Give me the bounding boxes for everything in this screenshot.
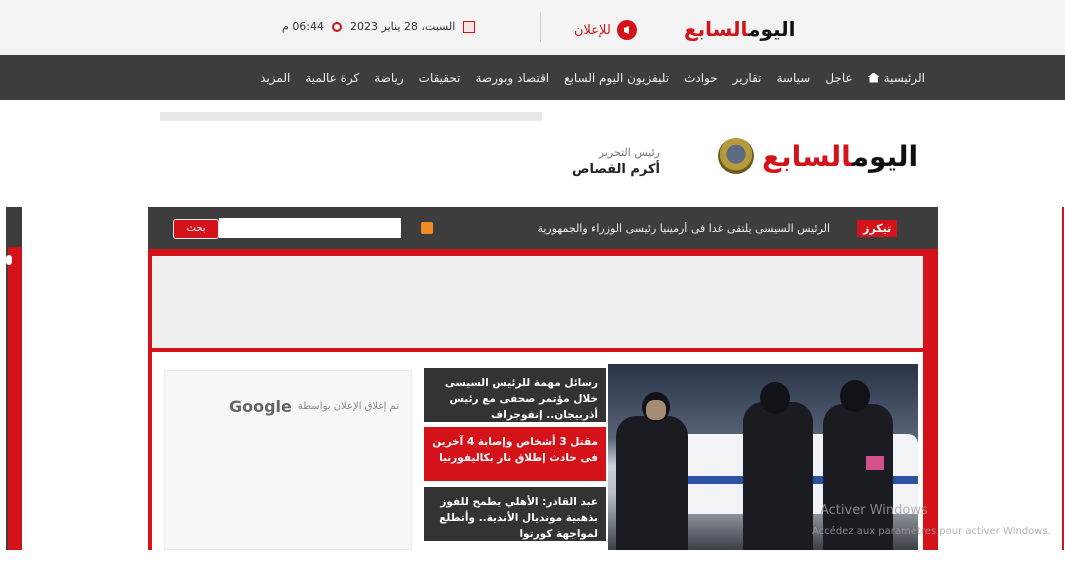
current-date: السبت، 28 يناير 2023	[350, 20, 456, 33]
clock-icon	[332, 21, 343, 32]
nav-item-world-football[interactable]: كرة عالمية	[305, 71, 359, 85]
logo-word-2: السابع	[684, 17, 749, 41]
main-navigation: الرئيسية عاجل سياسة تقارير حوادث تليفزيو…	[0, 55, 1065, 100]
emblem-icon	[718, 138, 754, 174]
home-icon	[867, 72, 880, 83]
logo-word-2: السابع	[762, 139, 853, 173]
officer-helmet	[760, 382, 790, 414]
right-side-border	[1062, 207, 1064, 550]
news-item[interactable]: مقتل 3 أشخاص وإصابة 4 آخرين فى حادث إطلا…	[424, 427, 606, 481]
google-label: Google	[228, 397, 292, 416]
rss-icon[interactable]	[421, 222, 433, 234]
news-title: مقتل 3 أشخاص وإصابة 4 آخرين فى حادث إطلا…	[432, 436, 598, 464]
editor-in-chief: رئيس التحرير أكرم القصاص	[560, 146, 660, 177]
search-button[interactable]: بحث	[173, 219, 219, 239]
ticker-badge: تيكرز	[857, 220, 898, 237]
featured-news-image[interactable]	[608, 364, 918, 550]
nav-item-investigations[interactable]: تحقيقات	[419, 71, 461, 85]
current-time: 06:44 م	[282, 20, 325, 33]
nav-item-economy[interactable]: اقتصاد وبورصة	[475, 71, 549, 85]
site-logo-small[interactable]: اليومالسابع	[684, 17, 796, 41]
left-side-panel-header	[6, 207, 22, 247]
news-title: رسائل مهمة للرئيس السيسى خلال مؤتمر صحفى…	[444, 377, 598, 421]
advertise-icon	[616, 20, 637, 40]
date-time: السبت، 28 يناير 2023 06:44 م	[282, 20, 476, 33]
officer-helmet	[840, 380, 870, 412]
nav-item-home[interactable]: الرئيسية	[867, 70, 925, 85]
officer-face	[646, 400, 666, 420]
site-logo[interactable]: اليومالسابع	[718, 138, 919, 174]
logo-word-1: اليوم	[851, 139, 919, 173]
officer-figure	[616, 416, 688, 550]
logo-word-1: اليوم	[748, 17, 796, 41]
topbar-divider	[540, 12, 541, 42]
nav-item-reports[interactable]: تقارير	[733, 71, 762, 85]
nav-item-breaking[interactable]: عاجل	[825, 71, 852, 85]
pink-bag	[866, 456, 884, 470]
nav-list: الرئيسية عاجل سياسة تقارير حوادث تليفزيو…	[260, 55, 925, 100]
top-utility-bar	[0, 0, 1065, 56]
search-input[interactable]	[219, 218, 401, 238]
officer-figure	[743, 402, 813, 550]
news-title: عبد القادر: الأهلي يطمح للفوز بذهبية مون…	[439, 496, 598, 540]
nav-item-accidents[interactable]: حوادث	[684, 71, 718, 85]
nav-item-label: الرئيسية	[883, 70, 925, 85]
left-side-handle[interactable]	[6, 255, 12, 265]
ticker-headline[interactable]: الرئيس السيسى يلتقى غدا فى أرمينيا رئيسى…	[440, 222, 830, 235]
nav-item-politics[interactable]: سياسة	[777, 71, 811, 85]
news-item[interactable]: رسائل مهمة للرئيس السيسى خلال مؤتمر صحفى…	[424, 368, 606, 422]
calendar-icon	[463, 20, 476, 33]
news-item[interactable]: عبد القادر: الأهلي يطمح للفوز بذهبية مون…	[424, 487, 606, 541]
advertise-link[interactable]: للإعلان	[574, 20, 637, 40]
logo-text: اليومالسابع	[762, 139, 919, 173]
header-ad-strip	[160, 112, 542, 121]
closed-ad-box: تم إغلاق الإعلان بواسطة Google	[164, 370, 412, 550]
ad-closed-message: تم إغلاق الإعلان بواسطة Google	[229, 397, 399, 416]
nav-item-more[interactable]: المزيد	[260, 71, 290, 85]
ad-banner	[152, 256, 923, 348]
editor-title: رئيس التحرير	[598, 146, 660, 159]
windows-activation-title: Activer Windows	[820, 503, 928, 518]
nav-item-sports[interactable]: رياضة	[374, 71, 403, 85]
nav-item-tv[interactable]: تليفزيون اليوم السابع	[564, 71, 669, 85]
editor-name: أكرم القصاص	[571, 162, 660, 177]
windows-activation-text: Accédez aux paramètres pour activer Wind…	[812, 526, 1051, 537]
advertise-label: للإعلان	[574, 22, 611, 38]
ad-closed-text: تم إغلاق الإعلان بواسطة	[297, 401, 399, 412]
